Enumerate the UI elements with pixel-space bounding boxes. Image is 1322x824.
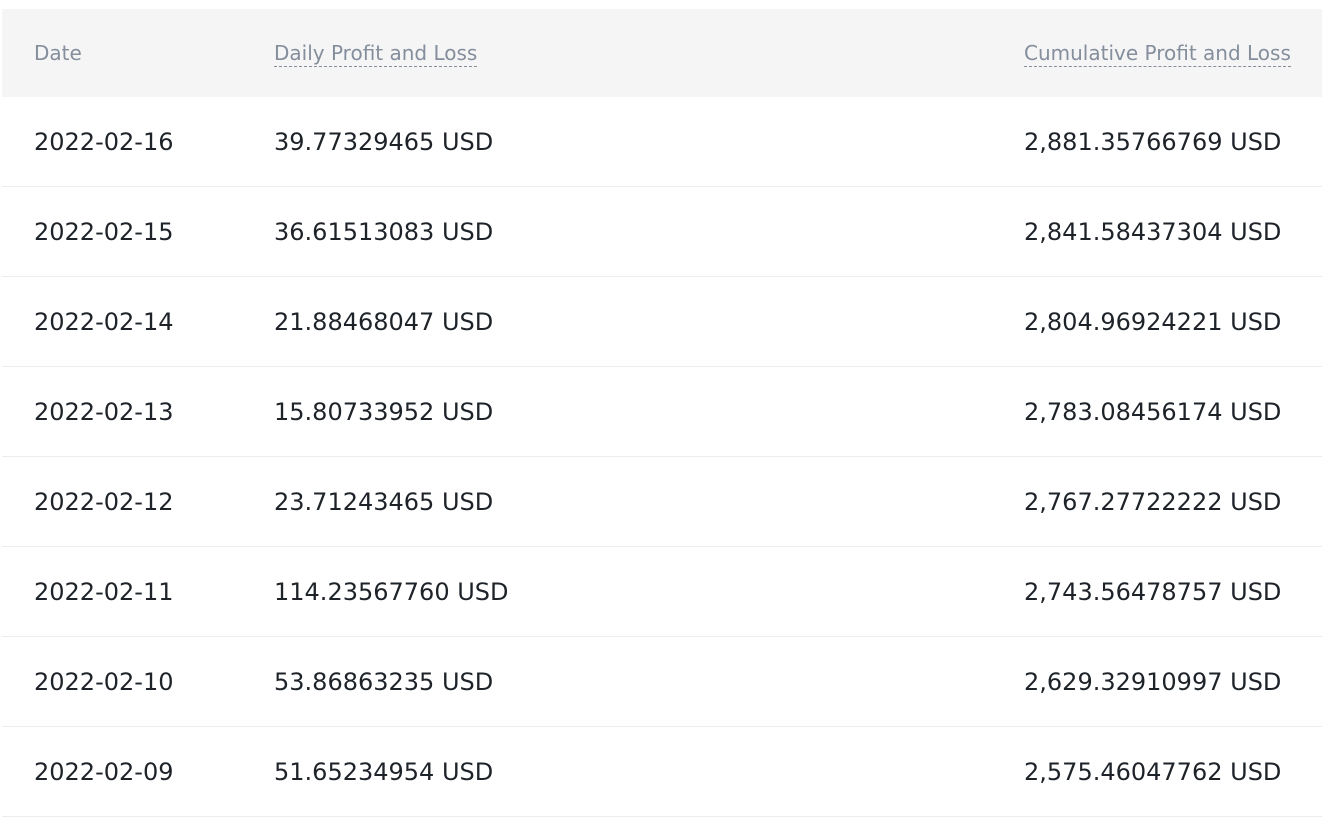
header-row: Date Daily Profit and Loss Cumulative Pr… — [2, 9, 1322, 97]
header-cumulative-pnl[interactable]: Cumulative Profit and Loss — [992, 9, 1322, 97]
table-row: 2022-02-11 114.23567760 USD 2,743.564787… — [2, 546, 1322, 637]
table-header: Date Daily Profit and Loss Cumulative Pr… — [2, 9, 1322, 97]
cell-daily-pnl: 23.71243465 USD — [242, 456, 992, 547]
header-daily-pnl-label[interactable]: Daily Profit and Loss — [274, 41, 478, 67]
cell-cumulative-pnl: 2,881.35766769 USD — [992, 97, 1322, 187]
cell-cumulative-pnl: 2,767.27722222 USD — [992, 456, 1322, 547]
cell-daily-pnl: 21.88468047 USD — [242, 276, 992, 367]
cell-daily-pnl: 15.80733952 USD — [242, 366, 992, 457]
cell-cumulative-pnl: 2,575.46047762 USD — [992, 726, 1322, 817]
cell-date: 2022-02-09 — [2, 726, 242, 817]
cell-cumulative-pnl: 2,743.56478757 USD — [992, 546, 1322, 637]
cell-daily-pnl: 36.61513083 USD — [242, 186, 992, 277]
cell-daily-pnl: 114.23567760 USD — [242, 546, 992, 637]
header-date-label: Date — [34, 41, 82, 65]
header-cumulative-pnl-label[interactable]: Cumulative Profit and Loss — [1024, 41, 1291, 67]
table-row: 2022-02-10 53.86863235 USD 2,629.3291099… — [2, 636, 1322, 727]
cell-cumulative-pnl: 2,804.96924221 USD — [992, 276, 1322, 367]
pnl-table: Date Daily Profit and Loss Cumulative Pr… — [2, 9, 1322, 817]
table-row: 2022-02-13 15.80733952 USD 2,783.0845617… — [2, 366, 1322, 457]
table-row: 2022-02-15 36.61513083 USD 2,841.5843730… — [2, 186, 1322, 277]
cell-daily-pnl: 51.65234954 USD — [242, 726, 992, 817]
cell-date: 2022-02-11 — [2, 546, 242, 637]
header-date: Date — [2, 9, 242, 97]
cell-daily-pnl: 53.86863235 USD — [242, 636, 992, 727]
cell-date: 2022-02-10 — [2, 636, 242, 727]
table-row: 2022-02-14 21.88468047 USD 2,804.9692422… — [2, 276, 1322, 367]
cell-cumulative-pnl: 2,841.58437304 USD — [992, 186, 1322, 277]
table-row: 2022-02-16 39.77329465 USD 2,881.3576676… — [2, 97, 1322, 187]
cell-date: 2022-02-13 — [2, 366, 242, 457]
cell-date: 2022-02-15 — [2, 186, 242, 277]
table-body: 2022-02-16 39.77329465 USD 2,881.3576676… — [2, 97, 1322, 817]
header-daily-pnl[interactable]: Daily Profit and Loss — [242, 9, 992, 97]
table-row: 2022-02-09 51.65234954 USD 2,575.4604776… — [2, 726, 1322, 817]
cell-date: 2022-02-14 — [2, 276, 242, 367]
cell-date: 2022-02-16 — [2, 97, 242, 187]
cell-cumulative-pnl: 2,629.32910997 USD — [992, 636, 1322, 727]
cell-date: 2022-02-12 — [2, 456, 242, 547]
table-row: 2022-02-12 23.71243465 USD 2,767.2772222… — [2, 456, 1322, 547]
cell-daily-pnl: 39.77329465 USD — [242, 97, 992, 187]
cell-cumulative-pnl: 2,783.08456174 USD — [992, 366, 1322, 457]
